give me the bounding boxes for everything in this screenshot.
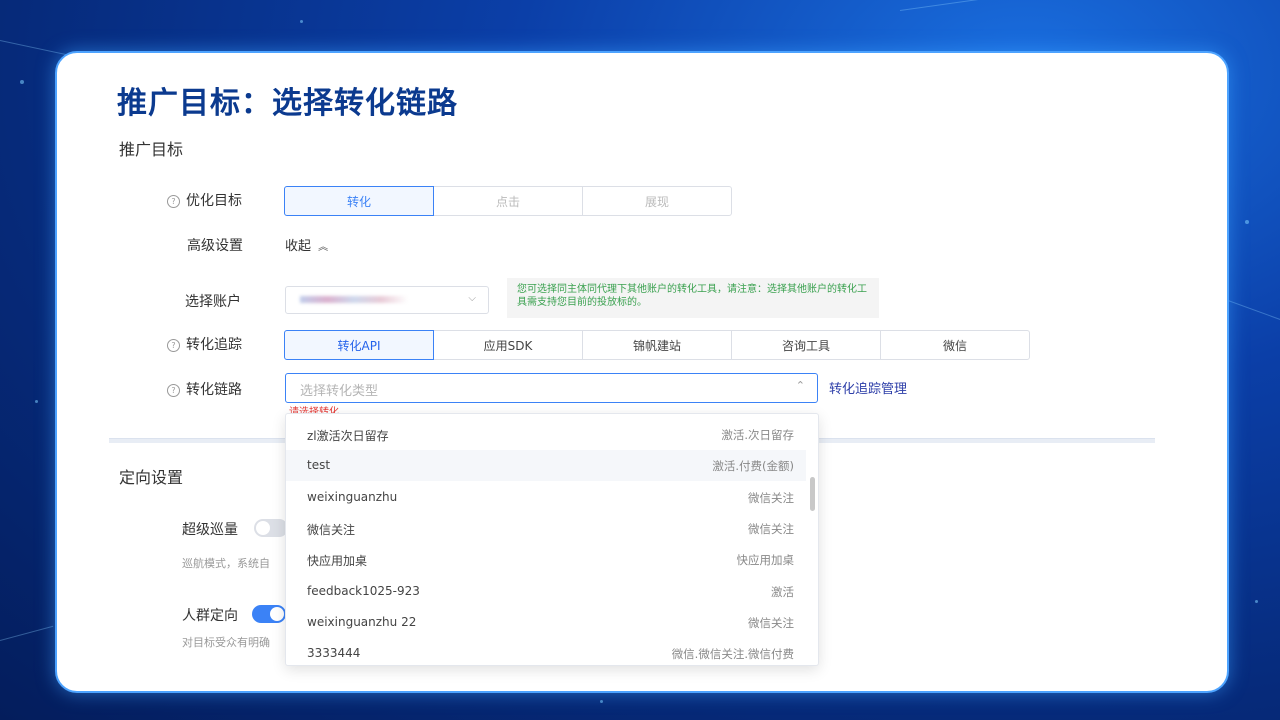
- bg-dot: [20, 80, 24, 84]
- chain-select[interactable]: 选择转化类型 ⌃: [285, 373, 818, 403]
- bg-dot: [35, 400, 38, 403]
- chevron-up-icon: ︽: [318, 242, 329, 253]
- option-type: 激活.次日留存: [721, 428, 794, 442]
- option-type: 快应用加桌: [736, 553, 795, 567]
- option-type: 激活: [771, 585, 794, 599]
- page-title: 推广目标：选择转化链路: [117, 86, 458, 121]
- account-tip: 您可选择同主体同代理下其他账户的转化工具，请注意：选择其他账户的转化工具需支持您…: [507, 278, 879, 318]
- option-type: 微信.微信关注.微信付费: [671, 647, 794, 661]
- tracking-segmented: 转化API 应用SDK 锦帆建站 咨询工具 微信: [284, 330, 1030, 360]
- section-title-goal: 推广目标: [119, 140, 184, 159]
- option-name: test: [307, 458, 331, 472]
- bg-dot: [300, 20, 303, 23]
- collapse-text: 收起: [285, 239, 312, 254]
- dropdown-option[interactable]: feedback1025-923 激活: [286, 576, 806, 607]
- chain-dropdown: zl激活次日留存 激活.次日留存 test 激活.付费(金额) weixingu…: [285, 413, 819, 666]
- tracking-label: ? 转化追踪: [112, 334, 242, 354]
- bg-line: [1227, 300, 1280, 322]
- chain-manage-link[interactable]: 转化追踪管理: [829, 378, 907, 397]
- optimize-option-impression[interactable]: 展现: [582, 186, 732, 216]
- tracking-option-api[interactable]: 转化API: [284, 330, 434, 360]
- crowd-desc: 对目标受众有明确: [182, 636, 270, 649]
- help-icon[interactable]: ?: [167, 195, 180, 208]
- dropdown-scrollbar[interactable]: [810, 477, 815, 511]
- option-name: weixinguanzhu: [307, 490, 398, 504]
- toggle-knob: [270, 607, 284, 621]
- option-type: 微信关注: [748, 491, 794, 505]
- option-name: weixinguanzhu 22: [307, 615, 417, 629]
- account-label: 选择账户: [185, 294, 241, 310]
- option-type: 激活.付费(金额): [712, 459, 794, 473]
- dropdown-option[interactable]: test 激活.付费(金额): [286, 450, 806, 481]
- dropdown-option[interactable]: 微信关注 微信关注: [286, 513, 806, 544]
- dropdown-option[interactable]: weixinguanzhu 22 微信关注: [286, 607, 806, 638]
- optimize-option-conversion[interactable]: 转化: [284, 186, 434, 216]
- bg-line: [0, 625, 54, 641]
- dropdown-option[interactable]: weixinguanzhu 微信关注: [286, 482, 806, 513]
- option-name: 3333444: [307, 646, 361, 660]
- help-icon[interactable]: ?: [167, 339, 180, 352]
- option-name: 微信关注: [307, 523, 356, 537]
- section-title-targeting: 定向设置: [119, 468, 184, 487]
- tracking-option-consult[interactable]: 咨询工具: [731, 330, 881, 360]
- bg-dot: [1255, 600, 1258, 603]
- toggle-knob: [256, 521, 270, 535]
- dropdown-option[interactable]: zl激活次日留存 激活.次日留存: [286, 419, 806, 450]
- tracking-option-sdk[interactable]: 应用SDK: [433, 330, 583, 360]
- dropdown-option[interactable]: 3333444 微信.微信关注.微信付费: [286, 638, 806, 665]
- slide-panel: 推广目标：选择转化链路 推广目标 ? 优化目标 转化 点击 展现 高级设置 收起 …: [55, 51, 1229, 693]
- cruise-label: 超级巡量: [182, 522, 238, 538]
- option-name: zl激活次日留存: [307, 429, 389, 443]
- tracking-option-site[interactable]: 锦帆建站: [582, 330, 732, 360]
- chevron-down-icon: ⌵: [468, 293, 476, 304]
- option-name: 快应用加桌: [307, 554, 368, 568]
- bg-dot: [1245, 220, 1249, 224]
- chain-placeholder: 选择转化类型: [300, 384, 379, 399]
- advanced-label: 高级设置: [187, 238, 243, 254]
- tracking-option-wechat[interactable]: 微信: [880, 330, 1030, 360]
- cruise-toggle[interactable]: [254, 519, 288, 537]
- optimize-option-click[interactable]: 点击: [433, 186, 583, 216]
- optimize-segmented: 转化 点击 展现: [284, 186, 732, 216]
- dropdown-option[interactable]: 快应用加桌 快应用加桌: [286, 544, 806, 575]
- help-icon[interactable]: ?: [167, 384, 180, 397]
- bg-line: [899, 0, 1277, 11]
- crowd-toggle[interactable]: [252, 605, 286, 623]
- advanced-collapse-toggle[interactable]: 收起 ︽: [285, 235, 328, 254]
- optimize-label: ? 优化目标: [112, 190, 242, 210]
- account-value-blurred: [300, 296, 408, 303]
- chain-label: ? 转化链路: [112, 379, 242, 399]
- crowd-label: 人群定向: [182, 608, 238, 624]
- option-type: 微信关注: [748, 522, 794, 536]
- bg-dot: [600, 700, 603, 703]
- account-select[interactable]: ⌵: [285, 286, 489, 314]
- option-name: feedback1025-923: [307, 584, 420, 598]
- cruise-desc: 巡航模式，系统自: [182, 557, 270, 570]
- chevron-up-icon: ⌃: [795, 379, 805, 392]
- option-type: 微信关注: [748, 616, 794, 630]
